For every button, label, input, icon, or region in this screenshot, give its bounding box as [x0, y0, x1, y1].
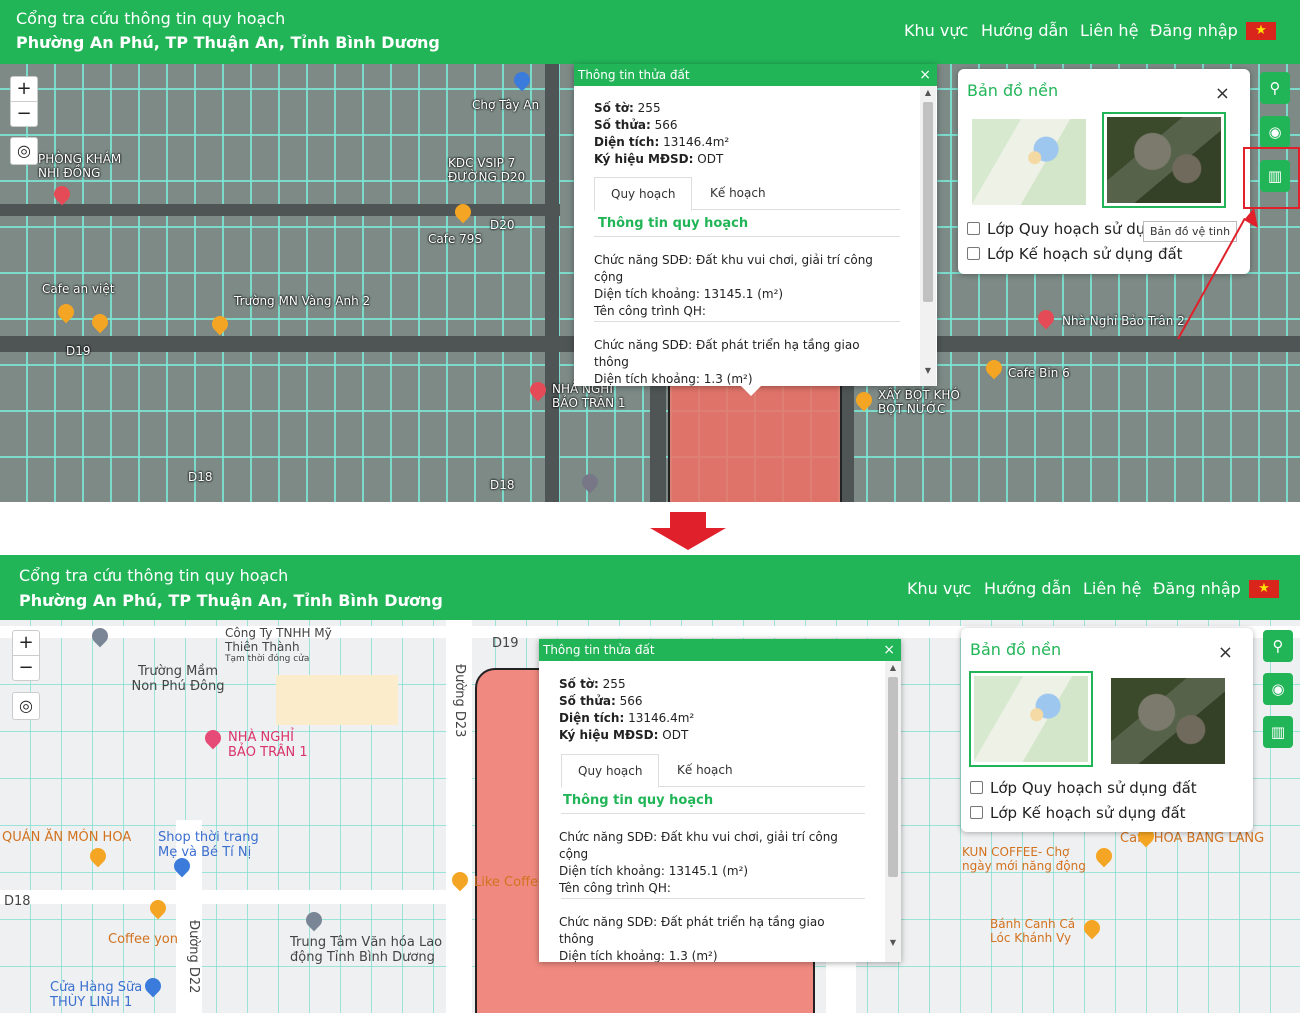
- layer-quy-hoach-checkbox[interactable]: Lớp Quy hoạch sử dụng: [967, 220, 1164, 238]
- down-arrow-icon: [650, 512, 726, 550]
- parcel-info-popup: Thông tin thửa đất × Số tờ: 255 Số thửa:…: [574, 64, 937, 386]
- parcel-info-popup: Thông tin thửa đất × Số tờ: 255 Số thửa:…: [539, 639, 901, 962]
- layer-ke-hoach-checkbox[interactable]: Lớp Kế hoạch sử dụng đất: [967, 245, 1183, 263]
- map-icon[interactable]: ▥: [1263, 716, 1293, 748]
- zoom-control: + −: [10, 76, 38, 127]
- popup-scrollbar[interactable]: ▲ ▼: [885, 661, 901, 962]
- arrowhead-icon: [1244, 208, 1258, 228]
- locate-button[interactable]: ◎: [10, 137, 38, 165]
- zoom-in-button[interactable]: +: [13, 631, 39, 655]
- layer-quy-hoach-checkbox[interactable]: Lớp Quy hoạch sử dụng đất: [970, 779, 1197, 797]
- road-map-thumbnail[interactable]: [969, 116, 1089, 208]
- vietnam-flag-icon[interactable]: ★: [1249, 580, 1279, 598]
- app-title: Cổng tra cứu thông tin quy hoạch: [19, 566, 289, 585]
- screenshot-before: Cổng tra cứu thông tin quy hoạch Phường …: [0, 0, 1300, 502]
- zoom-control: + −: [12, 630, 40, 681]
- search-icon[interactable]: ⚲: [1263, 630, 1293, 662]
- nav-khu-vuc[interactable]: Khu vực: [907, 579, 971, 598]
- basemap-title: Bản đồ nền: [970, 640, 1062, 659]
- basemap-close-button[interactable]: ×: [1218, 642, 1233, 663]
- nav-lien-he[interactable]: Liên hệ: [1080, 21, 1138, 40]
- app-title: Cổng tra cứu thông tin quy hoạch: [16, 9, 286, 28]
- basemap-title: Bản đồ nền: [967, 81, 1059, 100]
- popup-title: Thông tin thửa đất: [543, 643, 655, 657]
- nav-lien-he[interactable]: Liên hệ: [1083, 579, 1141, 598]
- selected-parcel[interactable]: [668, 384, 842, 502]
- search-icon[interactable]: ⚲: [1260, 72, 1290, 104]
- popup-title: Thông tin thửa đất: [578, 68, 690, 82]
- nav-dang-nhap[interactable]: Đăng nhập: [1150, 21, 1238, 40]
- basemap-panel: Bản đồ nền × Lớp Quy hoạch sử dụng Lớp K…: [958, 69, 1250, 274]
- locate-button[interactable]: ◎: [12, 692, 40, 720]
- nav-khu-vuc[interactable]: Khu vực: [904, 21, 968, 40]
- popup-close-button[interactable]: ×: [919, 64, 931, 86]
- popup-close-button[interactable]: ×: [883, 639, 895, 661]
- zoom-out-button[interactable]: −: [13, 655, 39, 680]
- zoom-out-button[interactable]: −: [11, 101, 37, 126]
- tab-ke-hoach[interactable]: Kế hoạch: [661, 754, 749, 786]
- section-title: Thông tin quy hoạch: [563, 793, 714, 808]
- vietnam-flag-icon[interactable]: ★: [1246, 22, 1276, 40]
- satellite-map-thumbnail[interactable]: [1102, 112, 1226, 208]
- app-subtitle: Phường An Phú, TP Thuận An, Tỉnh Bình Dư…: [16, 33, 440, 52]
- popup-scrollbar[interactable]: ▲ ▼: [920, 86, 936, 386]
- basemap-panel: Bản đồ nền × Lớp Quy hoạch sử dụng đất L…: [961, 628, 1253, 832]
- layer-ke-hoach-checkbox[interactable]: Lớp Kế hoạch sử dụng đất: [970, 804, 1186, 822]
- satellite-map-thumbnail[interactable]: [1108, 675, 1228, 767]
- highlight-box: [1243, 147, 1300, 209]
- app-header: Cổng tra cứu thông tin quy hoạch Phường …: [0, 0, 1300, 64]
- tab-ke-hoach[interactable]: Kế hoạch: [694, 177, 782, 209]
- nav-huong-dan[interactable]: Hướng dẫn: [984, 579, 1071, 598]
- app-header: Cổng tra cứu thông tin quy hoạch Phường …: [0, 555, 1300, 620]
- basemap-close-button[interactable]: ×: [1215, 83, 1230, 104]
- globe-icon[interactable]: ◉: [1263, 673, 1293, 705]
- app-subtitle: Phường An Phú, TP Thuận An, Tỉnh Bình Dư…: [19, 591, 443, 610]
- road-map-thumbnail[interactable]: [969, 671, 1093, 767]
- tab-quy-hoach[interactable]: Quy hoạch: [594, 177, 693, 211]
- section-title: Thông tin quy hoạch: [598, 216, 749, 231]
- satellite-tooltip: Bản đồ vệ tinh: [1143, 221, 1238, 242]
- globe-icon[interactable]: ◉: [1260, 116, 1290, 148]
- zoom-in-button[interactable]: +: [11, 77, 37, 101]
- tab-quy-hoach[interactable]: Quy hoạch: [561, 754, 660, 788]
- nav-dang-nhap[interactable]: Đăng nhập: [1153, 579, 1241, 598]
- screenshot-after: Cổng tra cứu thông tin quy hoạch Phường …: [0, 555, 1300, 1013]
- nav-huong-dan[interactable]: Hướng dẫn: [981, 21, 1068, 40]
